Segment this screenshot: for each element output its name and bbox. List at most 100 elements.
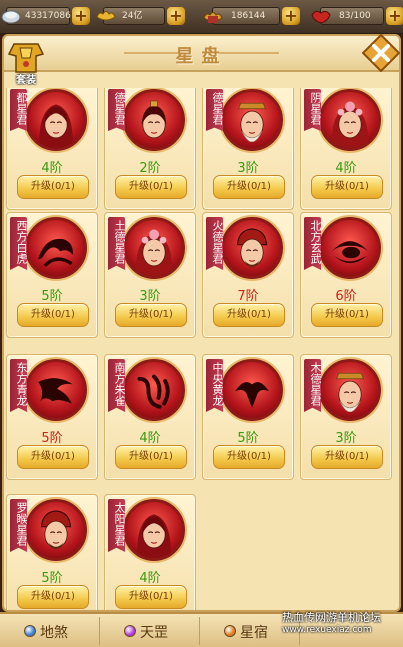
upgrade-button[interactable]: 升级(0/1) — [17, 585, 89, 609]
star-rank: 3阶 — [335, 431, 357, 446]
star-card[interactable]: 都星君 4阶 升级(0/1) — [6, 88, 98, 210]
star-name-tag: 太阳星君 — [108, 499, 125, 552]
star-portrait — [221, 217, 283, 279]
forum-watermark: 热血传网游单机论坛 www.rexuexiaz.com — [282, 611, 403, 637]
star-card[interactable]: 罗睺星君 5阶 升级(0/1) — [6, 494, 98, 610]
star-portrait — [319, 89, 381, 151]
star-portrait-image — [137, 514, 171, 558]
upgrade-button[interactable]: 升级(0/1) — [213, 445, 285, 469]
star-portrait-image — [238, 102, 266, 143]
star-card[interactable]: 火德星君 7阶 升级(0/1) — [202, 212, 294, 338]
set-button[interactable]: 套装 — [6, 40, 46, 86]
upgrade-button[interactable]: 升级(0/1) — [115, 175, 187, 199]
star-portrait-image — [39, 104, 73, 148]
star-portrait — [25, 359, 87, 421]
star-portrait-image — [331, 101, 369, 148]
tab-tiangang[interactable]: 天罡 — [102, 617, 200, 645]
star-card[interactable]: 北方玄武 6阶 升级(0/1) — [300, 212, 392, 338]
star-card[interactable]: 土德星君 3阶 升级(0/1) — [104, 212, 196, 338]
star-rank: 4阶 — [335, 161, 357, 176]
bound-ingot-icon — [203, 12, 223, 23]
star-card[interactable]: 太阳星君 4阶 升级(0/1) — [104, 494, 196, 610]
star-name-tag: 东方青龙 — [10, 359, 27, 412]
star-card-grid: 都星君 4阶 升级(0/1) 德星君 2阶 升级(0/1) 德星君 3阶 升级(0/1) 阴星君 4… — [4, 88, 395, 610]
star-portrait-image — [137, 374, 170, 409]
star-name-tag: 火德星君 — [206, 217, 223, 270]
star-portrait — [319, 359, 381, 421]
star-portrait-image — [336, 372, 364, 413]
star-portrait-image — [330, 241, 370, 264]
star-rank: 5阶 — [41, 289, 63, 304]
title-divider-right — [219, 52, 279, 54]
star-portrait-image — [141, 100, 167, 139]
star-rank: 4阶 — [41, 161, 63, 176]
star-card[interactable]: 西方白虎 5阶 升级(0/1) — [6, 212, 98, 338]
star-card[interactable]: 东方青龙 5阶 升级(0/1) — [6, 354, 98, 480]
star-name-tag: 中央黄龙 — [206, 359, 223, 412]
gold-resource: 24亿 + — [95, 5, 187, 27]
add-stamina-button[interactable]: + — [386, 7, 403, 25]
star-name-tag: 都星君 — [10, 89, 27, 131]
set-button-label: 套装 — [16, 75, 36, 86]
upgrade-button[interactable]: 升级(0/1) — [17, 303, 89, 327]
page-title: 星盘 — [175, 46, 228, 67]
star-portrait — [25, 89, 87, 151]
star-portrait — [123, 89, 185, 151]
star-rank: 4阶 — [139, 571, 161, 586]
star-rank: 5阶 — [41, 571, 63, 586]
tab-label: 地煞 — [40, 625, 68, 641]
star-card[interactable]: 中央黄龙 5阶 升级(0/1) — [202, 354, 294, 480]
star-portrait — [123, 217, 185, 279]
upgrade-button[interactable]: 升级(0/1) — [311, 175, 383, 199]
add-gold-button[interactable]: + — [167, 7, 185, 25]
upgrade-button[interactable]: 升级(0/1) — [311, 303, 383, 327]
tab-label: 天罡 — [140, 625, 168, 641]
star-portrait — [123, 499, 185, 561]
star-rank: 4阶 — [139, 431, 161, 446]
star-card[interactable]: 德星君 2阶 升级(0/1) — [104, 88, 196, 210]
star-portrait-image — [38, 378, 73, 404]
upgrade-button[interactable]: 升级(0/1) — [115, 445, 187, 469]
star-card[interactable]: 南方朱雀 4阶 升级(0/1) — [104, 354, 196, 480]
watermark-line1: 热血传网游单机论坛 — [282, 611, 381, 624]
upgrade-button[interactable]: 升级(0/1) — [115, 585, 187, 609]
star-name-tag: 德星君 — [108, 89, 125, 131]
tab-dot-icon — [124, 625, 136, 637]
star-name-tag: 西方白虎 — [10, 217, 27, 270]
upgrade-button[interactable]: 升级(0/1) — [115, 303, 187, 327]
upgrade-button[interactable]: 升级(0/1) — [213, 175, 285, 199]
star-portrait-image — [38, 238, 73, 268]
tab-disha[interactable]: 地煞 — [2, 617, 100, 645]
add-silver-button[interactable]: + — [72, 7, 90, 25]
star-card[interactable]: 阴星君 4阶 升级(0/1) — [300, 88, 392, 210]
star-portrait-image — [235, 382, 269, 408]
star-rank: 2阶 — [139, 161, 161, 176]
star-portrait-image — [135, 229, 173, 276]
star-name-tag: 木德星君 — [304, 359, 321, 412]
silver-coin-icon — [1, 10, 21, 24]
upgrade-button[interactable]: 升级(0/1) — [17, 445, 89, 469]
star-portrait-image — [236, 228, 268, 268]
gold-ingot-icon — [96, 11, 116, 21]
upgrade-button[interactable]: 升级(0/1) — [17, 175, 89, 199]
star-card[interactable]: 木德星君 3阶 升级(0/1) — [300, 354, 392, 480]
bound-gold-resource: 186144 + — [202, 5, 300, 27]
silver-resource: 43317086 + — [0, 5, 92, 27]
star-card[interactable]: 德星君 3阶 升级(0/1) — [202, 88, 294, 210]
upgrade-button[interactable]: 升级(0/1) — [311, 445, 383, 469]
close-icon[interactable] — [362, 34, 400, 72]
watermark-url: www.rexuexiaz.com — [282, 625, 372, 635]
star-name-tag: 南方朱雀 — [108, 359, 125, 412]
star-name-tag: 北方玄武 — [304, 217, 321, 270]
stamina-icon — [311, 10, 331, 24]
star-name-tag: 土德星君 — [108, 217, 125, 270]
resource-bar: 43317086 + 24亿 + 186144 + 83/100 + — [0, 0, 403, 34]
star-portrait-image — [40, 510, 72, 550]
tab-dot-icon — [24, 625, 36, 637]
star-rank: 5阶 — [237, 431, 259, 446]
star-portrait — [319, 217, 381, 279]
star-portrait — [25, 499, 87, 561]
star-name-tag: 德星君 — [206, 89, 223, 131]
add-bound-gold-button[interactable]: + — [282, 7, 300, 25]
upgrade-button[interactable]: 升级(0/1) — [213, 303, 285, 327]
